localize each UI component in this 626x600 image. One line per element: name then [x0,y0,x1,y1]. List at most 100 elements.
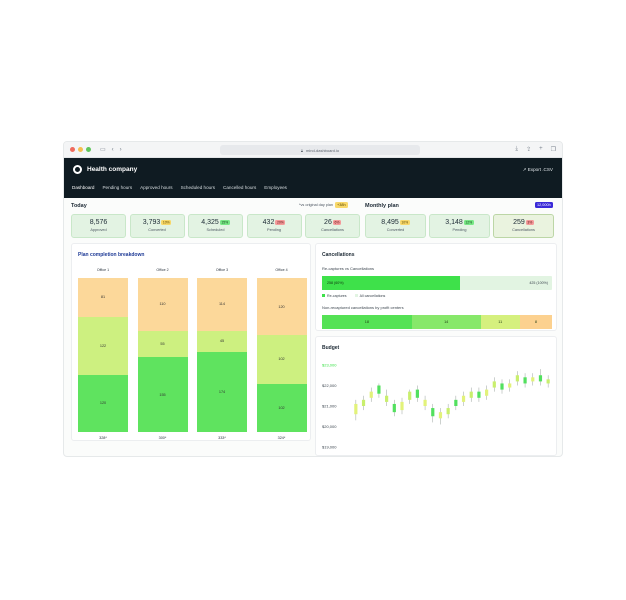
candle-body[interactable] [546,379,550,384]
today-kpi-label: Approved [90,228,107,232]
monthly-kpi-card[interactable]: 8,495 10% Converted [365,214,426,238]
candle-body[interactable] [477,391,481,398]
candle-body[interactable] [377,385,381,394]
profit-center-segment[interactable]: 14 [411,315,481,329]
office-bar-segment[interactable]: 45 [197,330,247,352]
office-label: Office 4 [275,268,288,272]
office-bar[interactable]: 174 45 114 [197,278,247,432]
monthly-kpi-card[interactable]: 259 3% Cancellations [493,214,554,238]
sidebar-toggle-icon[interactable]: ▭ [100,146,106,153]
profit-center-segment[interactable]: 11 [480,315,520,329]
office-bar[interactable]: 155 55 110 [137,278,188,432]
candle-body[interactable] [461,395,466,402]
candle-body[interactable] [454,399,458,406]
monthly-kpi-label: Converted [386,228,405,232]
today-kpi-card[interactable]: 432 20% Pending [246,214,302,238]
monthly-kpi-card[interactable]: 3,148 12% Pending [429,214,490,238]
monthly-kpi-label: Pending [452,228,467,232]
nav-cancelled-hours[interactable]: Cancelled hours [223,185,256,192]
budget-y-label: $23,000 [322,363,337,368]
office-bar[interactable]: 120 122 81 [78,278,128,432]
office-bar-segment[interactable]: 81 [78,278,128,317]
budget-y-label: $21,000 [322,404,337,409]
candle-body[interactable] [508,383,512,388]
address-bar[interactable]: 🔒︎ mind-dashboard.io [220,145,420,155]
browser-window: ▭ ‹ › 🔒︎ mind-dashboard.io ⤓ ⇪ + ❐ Healt… [63,141,563,457]
kpi-value-text: 26 [324,219,332,226]
recapture-legend: Re-captures All cancellations [322,294,385,298]
office-bar-segment[interactable]: 110 [137,278,188,331]
candle-body[interactable] [515,375,519,382]
office-bar-segment[interactable]: 174 [197,351,247,432]
candle-body[interactable] [408,391,412,400]
office-bar-segment[interactable]: 122 [78,316,128,375]
office-bar-segment[interactable]: 102 [256,383,307,432]
profit-center-bar: 18 14 11 8 [322,315,552,329]
monthly-kpi-value: 3,148 12% [430,219,489,226]
office-label: Office 3 [215,268,229,272]
office-bar-segment[interactable]: 155 [137,357,188,432]
candle-body[interactable] [469,391,473,398]
new-tab-icon[interactable]: + [539,146,543,153]
candle-body[interactable] [400,401,404,411]
candle-body[interactable] [485,389,489,396]
candle-body[interactable] [361,399,366,406]
today-kpi-card[interactable]: 8,576 Approved [71,214,126,238]
monthly-kpi-value: 8,495 10% [366,219,425,226]
compare-text: *vs original day plan [299,203,333,207]
kpi-badge: 3% [525,219,534,225]
office-bar[interactable]: 102 102 120 [256,278,307,432]
kpi-value-text: 8,576 [89,219,108,226]
compare-label: *vs original day plan +38h [299,202,348,208]
kpi-value-text: 3,793 [142,219,161,226]
candle-body[interactable] [385,395,389,402]
nav-approved-hours[interactable]: Approved hours [140,185,172,192]
candle-body[interactable] [431,408,435,417]
export-csv-button[interactable]: ↗ Export .CSV [523,167,553,173]
office-bar-segment[interactable]: 114 [197,278,247,331]
candle-body[interactable] [538,375,543,382]
candle-body[interactable] [523,377,527,384]
maximize-dot-icon[interactable] [86,147,91,152]
app-header: Health company ↗ Export .CSV Dashboard P… [64,158,562,198]
brand[interactable]: Health company [73,165,137,174]
candle-body[interactable] [369,391,373,398]
today-kpi-card[interactable]: 3,793 10% Converted [129,214,185,238]
back-arrow-icon[interactable]: ‹ [112,147,114,153]
candle-body[interactable] [354,403,358,415]
tabs-icon[interactable]: ❐ [551,146,556,153]
office-bar-segment[interactable]: 55 [137,330,188,358]
legend-recaptures: Re-captures [322,294,347,298]
budget-y-label: $20,000 [322,424,337,429]
recapture-subtitle: Re-captures vs Cancellations [322,266,375,271]
today-kpi-label: Converted [148,228,166,232]
candle-body[interactable] [500,383,504,390]
address-url: mind-dashboard.io [306,147,340,153]
office-bar-segment[interactable]: 120 [78,374,128,432]
profit-center-segment[interactable]: 18 [322,315,412,329]
office-bar-segment[interactable]: 120 [256,278,307,336]
candle-body[interactable] [392,403,396,413]
download-icon[interactable]: ⤓ [515,146,518,153]
minimize-dot-icon[interactable] [78,147,83,152]
office-bar-segment[interactable]: 102 [256,335,307,384]
share-icon[interactable]: ⇪ [526,146,531,153]
candle-body[interactable] [492,381,496,388]
nav-employees[interactable]: Employees [264,185,287,192]
candle-body[interactable] [446,408,450,415]
candle-body[interactable] [531,377,535,382]
candle-body[interactable] [438,412,443,419]
profit-center-segment[interactable]: 8 [519,315,552,329]
candle-body[interactable] [423,399,427,406]
logo-icon [73,165,82,174]
export-label: Export .CSV [527,167,553,172]
nav-dashboard[interactable]: Dashboard [72,185,94,192]
forward-arrow-icon[interactable]: › [120,147,122,153]
today-kpi-card[interactable]: 4,325 15% Scheduled [188,214,243,238]
compare-badge: +38h [335,202,348,208]
today-kpi-card[interactable]: 26 6% Cancellations [305,214,360,238]
close-dot-icon[interactable] [70,147,75,152]
candle-body[interactable] [415,389,419,398]
nav-scheduled-hours[interactable]: Scheduled hours [181,185,215,192]
nav-pending-hours[interactable]: Pending hours [102,185,132,192]
